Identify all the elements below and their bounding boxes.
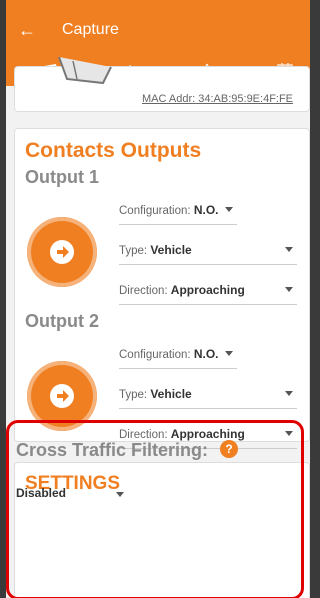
chevron-down-icon [285,431,293,436]
chevron-down-icon [225,207,233,212]
output-2-type-select[interactable]: Type: Vehicle [119,387,297,409]
help-icon[interactable]: ? [220,440,238,458]
output-2-configuration-select[interactable]: Configuration: N.O. [119,347,237,369]
chevron-down-icon [285,287,293,292]
output-1-title: Output 1 [25,167,99,187]
configuration-value: N.O. [193,203,219,217]
type-value: Vehicle [150,243,192,257]
contacts-outputs-card: Contacts Outputs Output 1 Configuration:… [14,128,310,449]
arrow-back-icon[interactable]: ← [18,20,36,40]
device-card: MAC Addr: 34:AB:95:9E:4F:FE [14,57,310,112]
mac-value: 34:AB:95:9E:4F:FE [198,93,294,105]
chevron-down-icon [285,247,293,252]
mac-label: MAC Addr: [142,93,196,105]
output-2-title: Output 2 [25,311,99,331]
cross-traffic-value: Disabled [16,486,67,500]
chevron-down-icon [225,351,233,356]
configuration-label: Configuration: [119,205,191,217]
mac-address: MAC Addr: 34:AB:95:9E:4F:FE [142,93,293,105]
type-label: Type: [119,389,148,401]
chevron-down-icon [116,492,124,497]
settings-card: SETTINGS [14,462,310,598]
contacts-outputs-title: Contacts Outputs [25,139,202,162]
device-icon [58,57,112,85]
page-title: Capture [62,21,119,38]
chevron-down-icon [285,391,293,396]
direction-value: Approaching [170,427,245,441]
output-1-type-select[interactable]: Type: Vehicle [119,243,297,265]
output-1-configuration-select[interactable]: Configuration: N.O. [119,203,237,225]
type-value: Vehicle [150,387,192,401]
output-2-button[interactable] [27,361,97,431]
content-scroll[interactable]: MAC Addr: 34:AB:95:9E:4F:FE Contacts Out… [6,57,310,598]
cross-traffic-filtering-select[interactable]: Disabled [16,486,146,506]
configuration-value: N.O. [193,347,219,361]
cross-traffic-filtering-label: Cross Traffic Filtering: [16,440,209,460]
arrow-right-icon [50,384,74,408]
configuration-label: Configuration: [119,349,191,361]
output-1-button[interactable] [27,217,97,287]
app-frame: ← Capture MAC Addr: 34:AB:95:9E:4F:FE Co… [6,0,310,598]
output-1-direction-select[interactable]: Direction: Approaching [119,283,297,305]
direction-label: Direction: [119,285,168,297]
arrow-right-icon [50,240,74,264]
type-label: Type: [119,245,148,257]
direction-value: Approaching [170,283,245,297]
